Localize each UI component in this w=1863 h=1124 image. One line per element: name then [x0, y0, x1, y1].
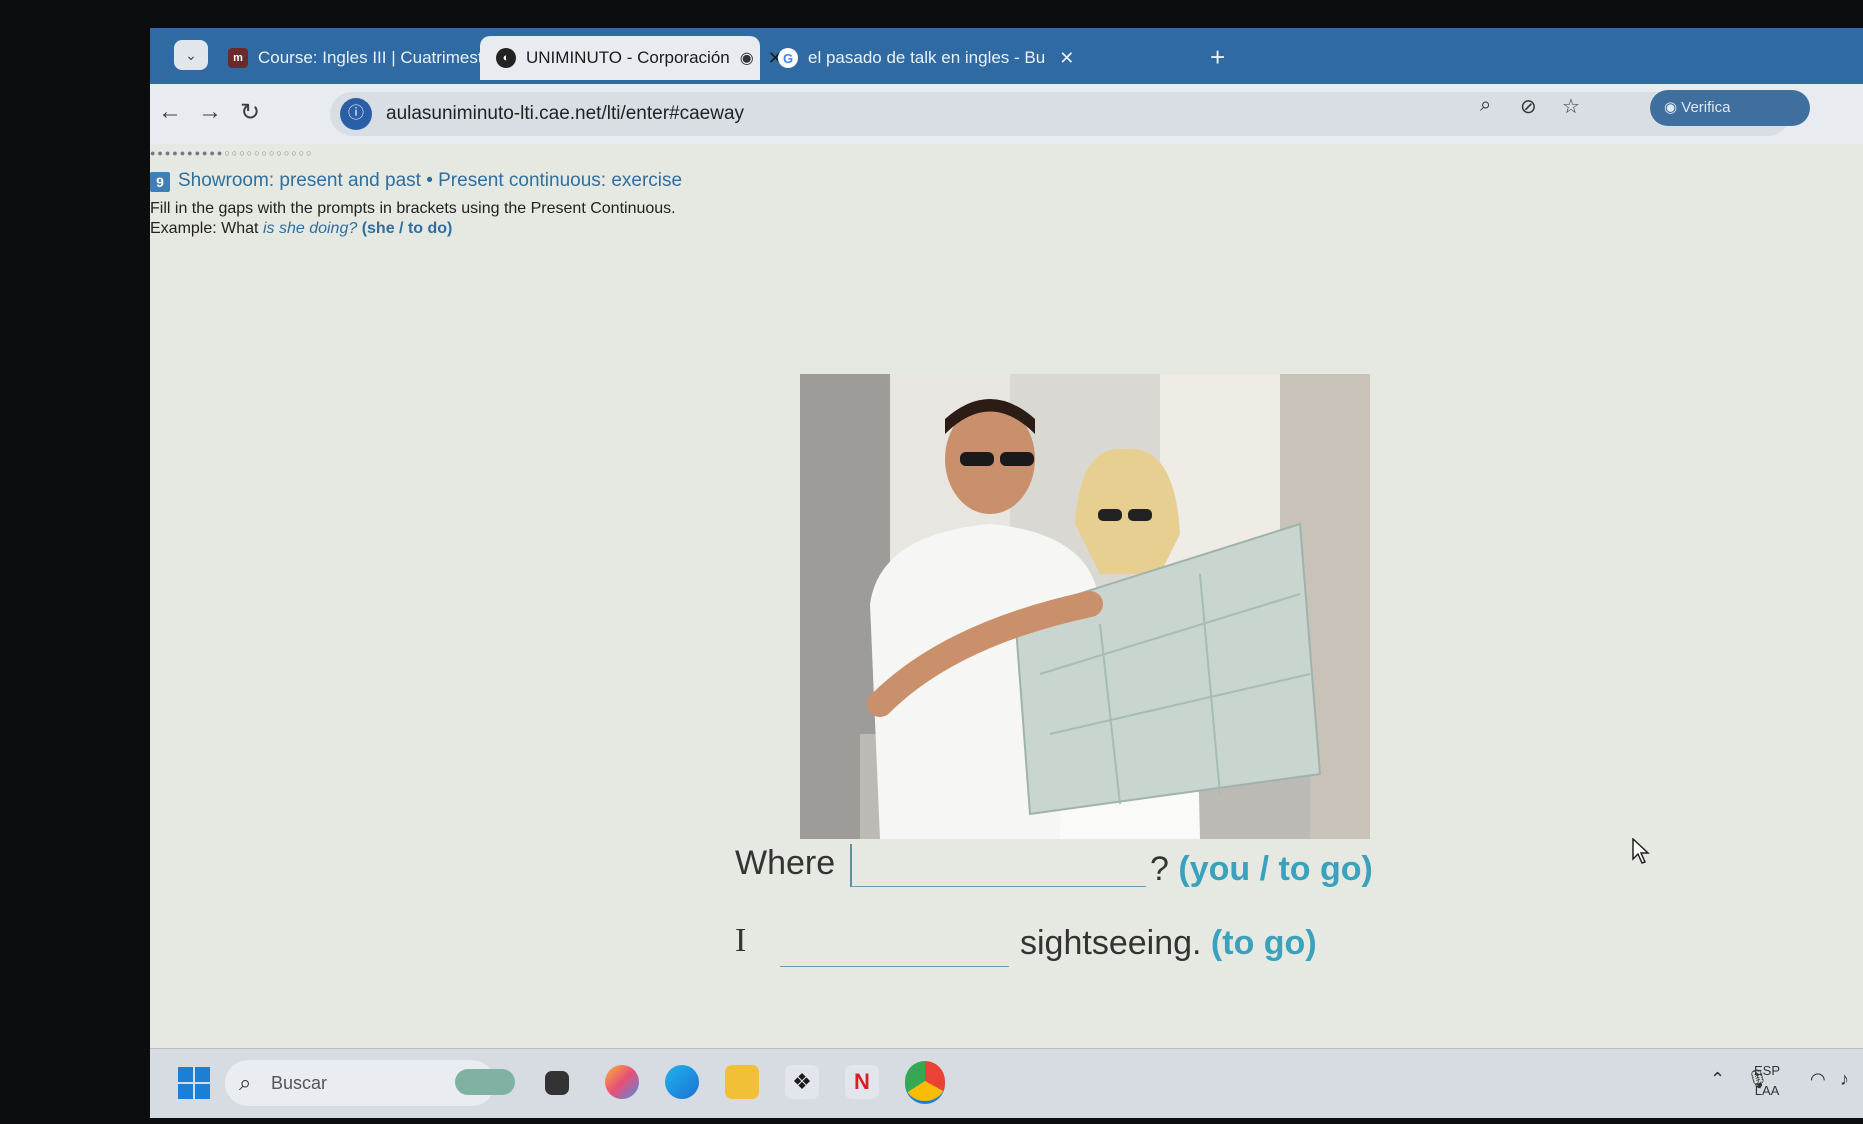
task-view-icon[interactable]	[545, 1071, 569, 1095]
file-explorer-icon[interactable]	[725, 1065, 759, 1099]
tab-title: Course: Ingles III | Cuatrimestral	[258, 48, 502, 67]
example-question: What	[221, 220, 259, 237]
example-label: Example:	[150, 220, 217, 237]
exercise-instructions: Fill in the gaps with the prompts in bra…	[150, 200, 676, 217]
course-logo-icon: m	[228, 48, 248, 68]
keyboard-layout: LAA	[1754, 1083, 1780, 1098]
question-2-tail: sightseeing. (to go)	[1020, 924, 1317, 963]
netflix-icon[interactable]: N	[845, 1065, 879, 1099]
input-language[interactable]: ESP LAA	[1754, 1061, 1780, 1101]
exercise-number-badge: 9	[150, 172, 170, 192]
tab-uniminuto[interactable]: ◐ UNIMINUTO - Corporación ◉ ✕	[480, 36, 783, 80]
plus-icon: +	[1210, 42, 1226, 72]
reload-icon[interactable]: ↻	[240, 98, 260, 127]
site-info-icon[interactable]: ⓘ	[340, 98, 372, 130]
exercise-title: Showroom: present and past • Present con…	[178, 170, 683, 191]
forward-arrow-icon[interactable]: →	[198, 98, 222, 126]
exercise-content: ●●●●●●●●●●○○○○○○○○○○○○ 9 Showroom: prese…	[150, 144, 1863, 1048]
search-placeholder: Buscar	[271, 1073, 328, 1093]
couple-reading-map-photo	[800, 374, 1370, 839]
question-2-after: sightseeing.	[1020, 924, 1202, 962]
verify-label: Verifica	[1681, 99, 1731, 116]
tab-google-search[interactable]: G el pasado de talk en ingles - Bu ✕	[762, 36, 1074, 80]
volume-icon[interactable]: ♪	[1840, 1069, 1849, 1090]
browser-toolbar: ← → ↻ ⓘ aulasuniminuto-lti.cae.net/lti/e…	[150, 84, 1863, 145]
star-icon[interactable]: ☆	[1562, 94, 1580, 119]
zoom-icon[interactable]: ⌕	[1480, 94, 1491, 117]
tab-search-button[interactable]: ⌄	[174, 40, 208, 70]
chevron-up-icon[interactable]: ⌃	[1710, 1069, 1725, 1090]
recording-icon: ◉	[739, 50, 754, 67]
mouse-cursor-icon	[1632, 838, 1650, 864]
new-tab-button[interactable]: +	[1210, 42, 1225, 73]
screen: ⌄ m Course: Ingles III | Cuatrimestral ✕…	[150, 28, 1863, 1118]
copilot-icon[interactable]	[605, 1065, 639, 1099]
wifi-icon[interactable]: ◠	[1810, 1069, 1826, 1090]
dropbox-icon[interactable]: ❖	[785, 1065, 819, 1099]
question-2: I	[735, 922, 746, 960]
question-1-answer-input[interactable]	[850, 844, 1146, 887]
back-arrow-icon[interactable]: ←	[158, 98, 182, 126]
google-g-icon: G	[778, 48, 798, 68]
uniminuto-logo-icon: ◐	[496, 48, 516, 68]
taskbar: ⌕ Buscar ❖ N ⌃ 🎙 ESP LAA ◠ ♪	[150, 1048, 1863, 1118]
tab-title: UNIMINUTO - Corporación	[526, 48, 730, 67]
language-code: ESP	[1754, 1063, 1781, 1078]
question-1-tail: ? (you / to go)	[1150, 850, 1373, 889]
close-icon[interactable]: ✕	[1059, 48, 1074, 69]
question-1-after: ?	[1150, 850, 1169, 888]
question-1-prompt: (you / to go)	[1178, 850, 1373, 888]
example-prompt: (she / to do)	[361, 220, 453, 237]
tab-course[interactable]: m Course: Ingles III | Cuatrimestral ✕	[212, 36, 531, 80]
url-text[interactable]: aulasuniminuto-lti.cae.net/lti/enter#cae…	[386, 103, 744, 125]
windows-start-icon[interactable]	[178, 1067, 210, 1099]
question-2-answer-input[interactable]	[780, 924, 1009, 967]
verify-button[interactable]: ◉ Verifica	[1650, 90, 1810, 126]
example-answer: is she doing?	[262, 220, 358, 237]
tab-strip: ⌄ m Course: Ingles III | Cuatrimestral ✕…	[150, 28, 1863, 84]
search-icon: ⌕	[239, 1070, 252, 1095]
question-2-prompt: (to go)	[1210, 924, 1317, 962]
exercise-example: Example: What is she doing? (she / to do…	[150, 220, 452, 238]
chrome-browser-icon[interactable]	[905, 1061, 945, 1104]
widget-icon[interactable]	[455, 1069, 515, 1095]
question-2-before: I	[735, 922, 747, 959]
progress-indicator: ●●●●●●●●●●○○○○○○○○○○○○	[150, 148, 314, 158]
question-1: Where	[735, 844, 835, 883]
eye-off-icon[interactable]: ⊘	[1520, 94, 1537, 119]
tab-title: el pasado de talk en ingles - Bu	[808, 48, 1046, 67]
question-1-before: Where	[735, 844, 836, 882]
profile-icon: ◉	[1664, 99, 1678, 116]
edge-browser-icon[interactable]	[665, 1065, 699, 1099]
chevron-down-icon: ⌄	[185, 47, 197, 63]
